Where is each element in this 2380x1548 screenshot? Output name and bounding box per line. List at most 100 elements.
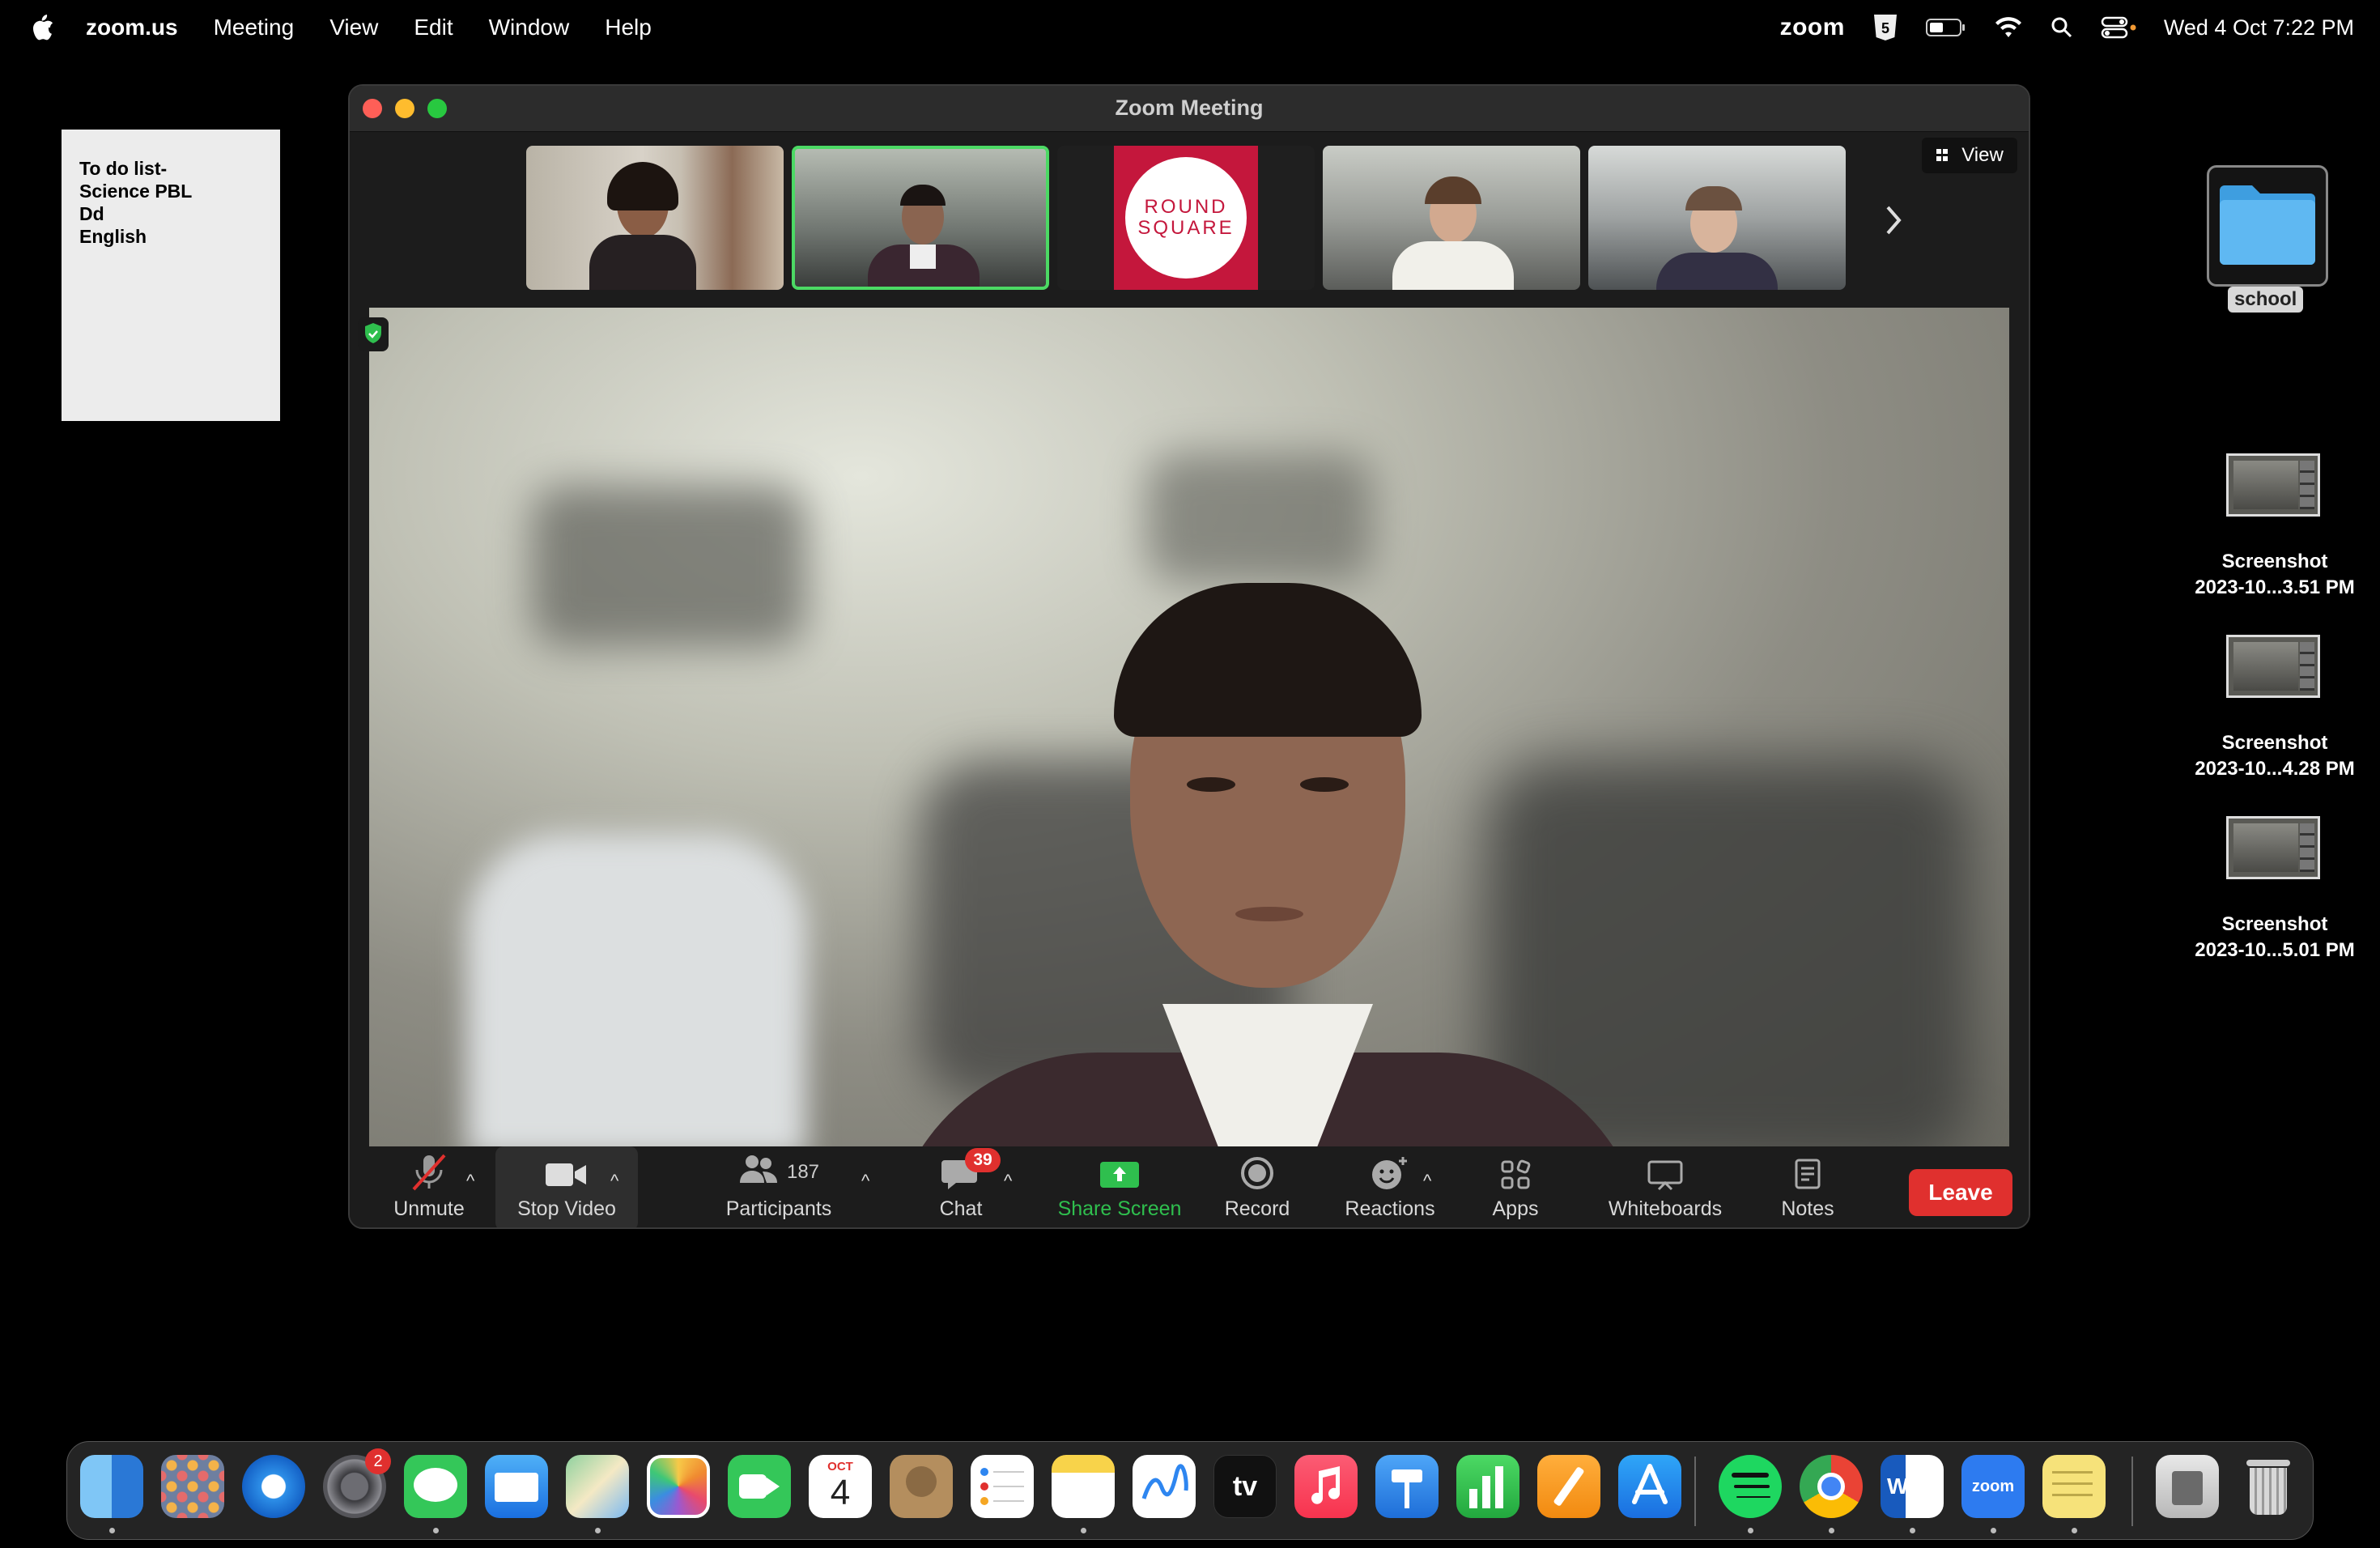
contacts-icon[interactable] bbox=[890, 1455, 953, 1518]
folder-label[interactable]: school bbox=[2228, 287, 2304, 313]
messages-icon[interactable] bbox=[404, 1455, 467, 1518]
audio-options-caret-icon[interactable]: ^ bbox=[466, 1171, 474, 1192]
running-indicator bbox=[109, 1528, 115, 1533]
screenshot-thumbnail-2[interactable] bbox=[2226, 635, 2320, 698]
menu-window[interactable]: Window bbox=[489, 15, 570, 40]
screenshot-3-name: Screenshot bbox=[2221, 913, 2328, 935]
share-screen-button[interactable]: Share Screen bbox=[1043, 1146, 1196, 1227]
facetime-icon[interactable] bbox=[728, 1455, 791, 1518]
participant-video-tile-5[interactable] bbox=[1588, 146, 1846, 290]
participant-video-tile-active-speaker[interactable] bbox=[792, 146, 1049, 290]
spotlight-search-icon[interactable] bbox=[2051, 16, 2073, 39]
screenshot-1-date: 2023-10...3.51 PM bbox=[2195, 576, 2355, 598]
record-icon bbox=[1241, 1157, 1273, 1189]
html5-shield-icon[interactable]: 5 bbox=[1872, 14, 1898, 41]
stop-video-label: Stop Video bbox=[517, 1197, 616, 1220]
wifi-icon[interactable] bbox=[1994, 16, 2023, 39]
menu-app-name[interactable]: zoom.us bbox=[86, 15, 178, 40]
desktop-folder-school[interactable] bbox=[2207, 165, 2328, 287]
title-bar[interactable]: Zoom Meeting bbox=[350, 86, 2029, 132]
encryption-shield-icon[interactable] bbox=[358, 317, 389, 351]
numbers-icon[interactable] bbox=[1456, 1455, 1519, 1518]
apps-label: Apps bbox=[1492, 1197, 1539, 1220]
record-button[interactable]: Record bbox=[1205, 1146, 1310, 1227]
leave-meeting-button[interactable]: Leave bbox=[1909, 1169, 2012, 1216]
share-screen-icon bbox=[1100, 1162, 1139, 1188]
view-label: View bbox=[1961, 144, 2004, 166]
running-indicator bbox=[1748, 1528, 1753, 1533]
control-center-icon[interactable] bbox=[2101, 16, 2136, 39]
folder-icon bbox=[2220, 185, 2315, 265]
safari-icon[interactable] bbox=[242, 1455, 305, 1518]
stickies-icon[interactable] bbox=[2042, 1455, 2106, 1518]
participants-options-caret-icon[interactable]: ^ bbox=[861, 1171, 869, 1192]
main-speaker-video[interactable] bbox=[369, 308, 2009, 1150]
reactions-label: Reactions bbox=[1345, 1197, 1435, 1220]
whiteboard-icon bbox=[1647, 1160, 1683, 1191]
keynote-icon[interactable] bbox=[1375, 1455, 1439, 1518]
screenshot-label-1[interactable]: Screenshot 2023-10...3.51 PM bbox=[2178, 549, 2372, 601]
running-indicator bbox=[2072, 1528, 2077, 1533]
screenshot-thumbnail-3[interactable] bbox=[2226, 816, 2320, 879]
microsoft-word-icon[interactable]: W bbox=[1881, 1455, 1944, 1518]
menu-help[interactable]: Help bbox=[605, 15, 652, 40]
next-page-chevron-icon[interactable] bbox=[1881, 202, 1906, 238]
downloads-stack-icon[interactable] bbox=[2156, 1455, 2219, 1518]
sticky-note[interactable]: To do list- Science PBL Dd English bbox=[62, 130, 280, 421]
spotify-icon[interactable] bbox=[1719, 1455, 1782, 1518]
video-options-caret-icon[interactable]: ^ bbox=[610, 1171, 618, 1192]
launchpad-icon[interactable] bbox=[161, 1455, 224, 1518]
freeform-icon[interactable] bbox=[1133, 1455, 1196, 1518]
participant-tile-round-square[interactable]: ROUND SQUARE bbox=[1057, 146, 1315, 290]
music-icon[interactable] bbox=[1294, 1455, 1358, 1518]
screenshot-thumbnail-1[interactable] bbox=[2226, 453, 2320, 517]
chat-options-caret-icon[interactable]: ^ bbox=[1004, 1171, 1012, 1192]
participant-video-tile-4[interactable] bbox=[1323, 146, 1580, 290]
chat-button[interactable]: Chat 39 bbox=[916, 1146, 1005, 1227]
battery-icon[interactable] bbox=[1925, 17, 1966, 38]
reminders-icon[interactable] bbox=[971, 1455, 1034, 1518]
apple-logo-icon[interactable] bbox=[31, 13, 55, 40]
apple-tv-label: tv bbox=[1232, 1470, 1258, 1502]
calendar-month: OCT bbox=[827, 1460, 853, 1474]
finder-icon[interactable] bbox=[80, 1455, 143, 1518]
settings-badge: 2 bbox=[365, 1448, 391, 1474]
apple-tv-icon[interactable]: tv bbox=[1213, 1455, 1277, 1518]
screenshot-label-2[interactable]: Screenshot 2023-10...4.28 PM bbox=[2178, 730, 2372, 782]
menu-view[interactable]: View bbox=[329, 15, 378, 40]
running-indicator bbox=[433, 1528, 439, 1533]
whiteboards-button[interactable]: Whiteboards bbox=[1588, 1146, 1742, 1227]
view-layout-button[interactable]: View bbox=[1922, 138, 2017, 173]
app-store-icon[interactable] bbox=[1618, 1455, 1681, 1518]
word-letter: W bbox=[1887, 1474, 1909, 1499]
calendar-icon[interactable]: OCT 4 bbox=[809, 1455, 872, 1518]
menu-clock[interactable]: Wed 4 Oct 7:22 PM bbox=[2164, 15, 2354, 40]
photos-icon[interactable] bbox=[647, 1455, 710, 1518]
running-indicator bbox=[1081, 1528, 1086, 1533]
share-screen-label: Share Screen bbox=[1057, 1197, 1182, 1220]
mail-icon[interactable] bbox=[485, 1455, 548, 1518]
apps-icon bbox=[1501, 1159, 1531, 1189]
grid-view-icon bbox=[1936, 149, 1949, 161]
zoom-app-icon[interactable]: zoom bbox=[1961, 1455, 2025, 1518]
menu-bar: zoom.us Meeting View Edit Window Help zo… bbox=[0, 0, 2380, 55]
chrome-icon[interactable] bbox=[1800, 1455, 1863, 1518]
participants-button[interactable]: 187 Participants bbox=[706, 1146, 852, 1227]
system-settings-icon[interactable]: 2 bbox=[323, 1448, 391, 1518]
apps-button[interactable]: Apps bbox=[1475, 1146, 1556, 1227]
trash-icon[interactable] bbox=[2237, 1455, 2300, 1518]
participant-video-tile-1[interactable] bbox=[526, 146, 784, 290]
notes-app-icon[interactable] bbox=[1052, 1455, 1115, 1518]
pages-icon[interactable] bbox=[1537, 1455, 1600, 1518]
maps-icon[interactable] bbox=[566, 1455, 629, 1518]
zoom-menu-extra[interactable]: zoom bbox=[1780, 14, 1845, 41]
zoom-app-label: zoom bbox=[1971, 1477, 2015, 1495]
participants-label: Participants bbox=[725, 1197, 832, 1220]
reactions-button[interactable]: Reactions bbox=[1329, 1146, 1451, 1227]
menu-meeting[interactable]: Meeting bbox=[214, 15, 295, 40]
svg-text:5: 5 bbox=[1881, 20, 1889, 36]
screenshot-label-3[interactable]: Screenshot 2023-10...5.01 PM bbox=[2178, 912, 2372, 963]
reactions-options-caret-icon[interactable]: ^ bbox=[1423, 1171, 1431, 1192]
notes-button[interactable]: Notes bbox=[1763, 1146, 1852, 1227]
menu-edit[interactable]: Edit bbox=[414, 15, 453, 40]
